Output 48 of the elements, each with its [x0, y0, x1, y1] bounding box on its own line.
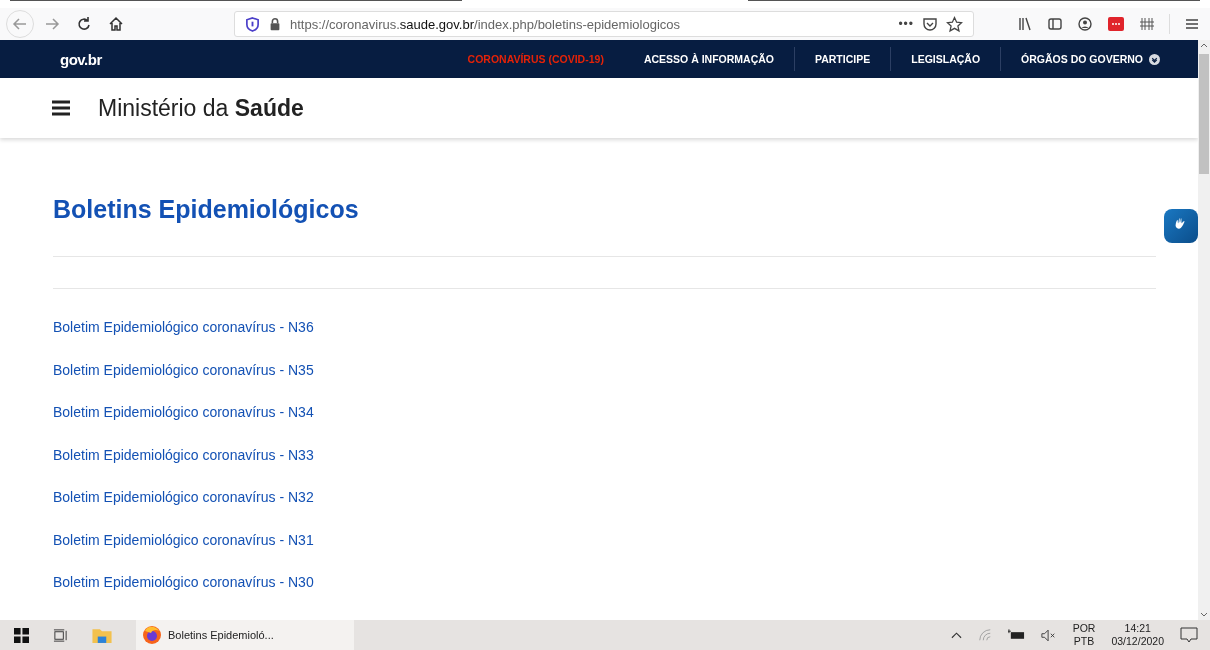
bulletin-link[interactable]: Boletim Epidemiológico coronavírus - N31 [53, 530, 314, 549]
site-title[interactable]: Ministério da Saúde [98, 94, 304, 122]
folder-icon[interactable] [92, 626, 112, 644]
bulletin-link[interactable]: Boletim Epidemiológico coronavírus - N33 [53, 445, 314, 464]
gov-logo[interactable]: gov.br [60, 50, 102, 68]
nav-link[interactable]: PARTICIPE [795, 53, 891, 65]
nav-link[interactable]: ÓRGÃOS DO GOVERNO [1001, 53, 1180, 65]
bulletin-link[interactable]: Boletim Epidemiológico coronavírus - N30 [53, 573, 314, 591]
nav-link[interactable]: LEGISLAÇÃO [891, 53, 1001, 65]
language-indicator[interactable]: POR PTB [1072, 622, 1096, 648]
battery-icon[interactable] [1007, 629, 1025, 641]
scroll-down-icon[interactable] [1200, 612, 1208, 618]
back-arrow-icon [12, 16, 28, 32]
star-icon[interactable] [946, 15, 963, 33]
chevron-icon [1149, 53, 1160, 65]
nav-link[interactable]: ACESSO À INFORMAÇÃO [623, 53, 794, 65]
scroll-up-icon[interactable] [1200, 42, 1208, 48]
bulletin-link[interactable]: Boletim Epidemiológico coronavírus - N34 [53, 403, 314, 421]
forward-arrow-icon [44, 16, 60, 32]
bulletin-link[interactable]: Boletim Epidemiológico coronavírus - N32 [53, 488, 314, 506]
sign-language-button[interactable] [1164, 209, 1198, 243]
nav-link[interactable]: CORONAVÍRUS (COVID-19) [447, 53, 624, 65]
page-actions-button[interactable]: ••• [898, 17, 914, 31]
bulletin-link[interactable]: Boletim Epidemiológico coronavírus - N36 [53, 318, 314, 336]
page-title: Boletins Epidemiológicos [53, 195, 359, 224]
address-bar[interactable]: https://coronavirus.saude.gov.br/index.php/boletins-epidemiologicos ••• [234, 11, 974, 37]
reload-icon [76, 16, 92, 32]
url-text: https://coronavirus.saude.gov.br/index.php/boletins-epidemiologicos [290, 16, 680, 32]
firefox-icon [142, 625, 162, 645]
lock-icon [268, 17, 282, 31]
chevron-up-icon[interactable] [950, 631, 962, 639]
menu-icon[interactable] [52, 100, 70, 116]
pocket-icon[interactable] [922, 16, 938, 32]
clock[interactable]: 14:21 03/12/2020 [1111, 622, 1164, 648]
taskbar-app-button[interactable]: Boletins Epidemioló... [136, 620, 354, 650]
library-icon[interactable] [1017, 16, 1033, 32]
grid-icon[interactable] [1139, 16, 1155, 32]
extension-icon[interactable] [1107, 16, 1125, 32]
shield-icon [245, 16, 260, 32]
sidebar-icon[interactable] [1047, 16, 1063, 32]
windows-start-icon[interactable] [14, 627, 29, 643]
muted-speaker-icon[interactable] [1040, 628, 1057, 642]
task-view-icon[interactable] [53, 627, 68, 643]
notification-icon[interactable] [1180, 627, 1198, 643]
home-icon [108, 16, 124, 32]
bulletin-link[interactable]: Boletim Epidemiológico coronavírus - N35 [53, 360, 314, 379]
scroll-thumb[interactable] [1199, 54, 1209, 174]
account-icon[interactable] [1077, 16, 1093, 32]
